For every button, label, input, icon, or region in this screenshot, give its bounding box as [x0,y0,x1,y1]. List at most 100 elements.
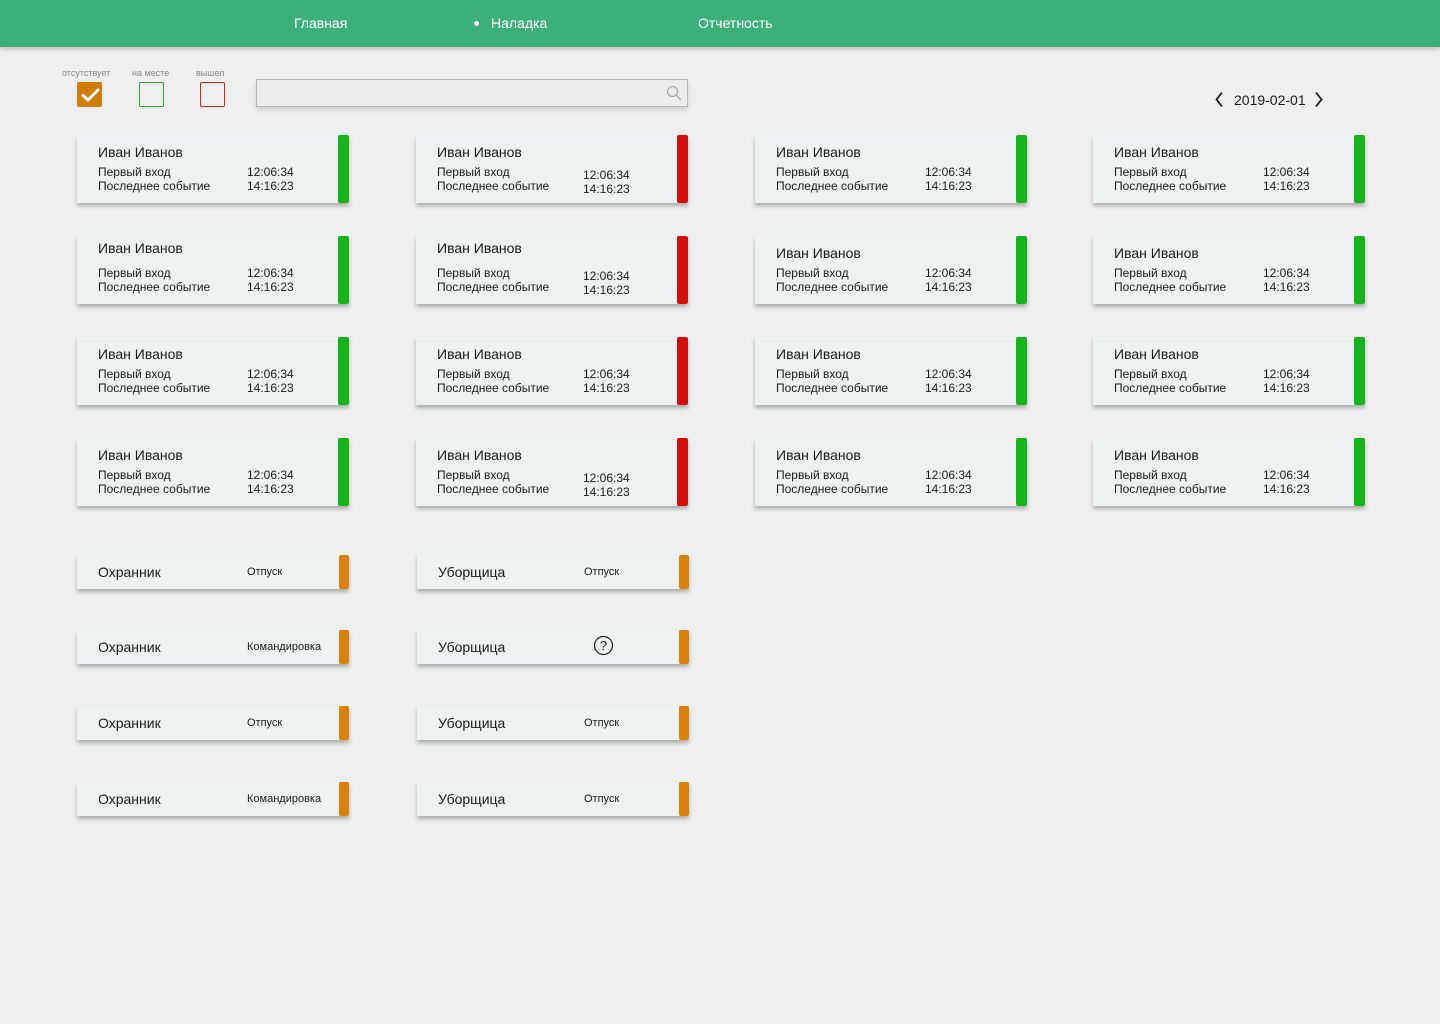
status-indicator-bar [1016,236,1027,304]
employee-name: Иван Иванов [98,144,183,160]
filter-label-absent: отсутствует [62,68,111,78]
status-indicator-bar [1016,337,1027,405]
chevron-left-icon[interactable] [1214,91,1224,108]
position-name: Охранник [98,715,161,731]
filter-checkbox-absent[interactable] [77,82,102,107]
search-input[interactable] [257,80,657,106]
first-entry-label: Первый вход [437,468,510,482]
last-event-label: Последнее событие [1114,482,1227,496]
employee-card[interactable]: Иван Иванов Первый вход Последнее событие 1… [755,438,1027,506]
filter-checkbox-left[interactable] [200,82,225,107]
status-indicator-bar [1354,236,1365,304]
nav-item-reports[interactable]: Отчетность [698,15,773,32]
employee-card[interactable]: Иван Иванов Первый вход Последнее событие 1… [77,438,349,506]
filter-checkbox-present[interactable] [139,82,164,107]
absence-status: Командировка [247,793,322,805]
filter-label-present: на месте [132,68,170,78]
last-event-label: Последнее событие [98,179,211,193]
last-event-time: 14:16:23 [583,381,630,395]
employee-name: Иван Иванов [1114,144,1199,160]
employee-card[interactable]: Иван Иванов Первый вход Последнее событие 1… [755,236,1027,304]
last-event-time: 14:16:23 [1263,280,1310,294]
nav-item-home[interactable]: Главная [294,15,347,32]
employee-card[interactable]: Иван Иванов Первый вход Последнее событие 1… [416,135,688,203]
first-entry-label: Первый вход [1114,165,1187,179]
position-name: Уборщица [438,715,506,731]
last-event-time: 14:16:23 [583,485,630,499]
status-indicator-bar [338,438,349,506]
absence-card[interactable]: Уборщица Отпуск [417,782,689,816]
absence-status: Отпуск [584,717,620,729]
status-indicator-bar [339,555,349,589]
status-indicator-bar [679,706,689,740]
first-entry-label: Первый вход [1114,266,1187,280]
help-icon[interactable]: ? [593,635,614,656]
absence-card[interactable]: Охранник Командировка [77,782,349,816]
first-entry-label: Первый вход [1114,367,1187,381]
status-indicator-bar [1016,438,1027,506]
employee-card[interactable]: Иван Иванов Первый вход Последнее событие 1… [77,337,349,405]
absence-card[interactable]: Уборщица Отпуск [417,706,689,740]
absence-card[interactable]: Уборщица Отпуск [417,555,689,589]
employee-card[interactable]: Иван Иванов Первый вход Последнее событие 1… [755,337,1027,405]
status-indicator-bar [677,337,688,405]
employee-name: Иван Иванов [776,447,861,463]
last-event-time: 14:16:23 [1263,179,1310,193]
last-event-label: Последнее событие [437,381,550,395]
status-indicator-bar [1016,135,1027,203]
absence-card[interactable]: Охранник Отпуск [77,555,349,589]
position-name: Охранник [98,791,161,807]
employee-name: Иван Иванов [776,144,861,160]
employee-card[interactable]: Иван Иванов Первый вход Последнее событие 1… [77,236,349,304]
current-date: 2019-02-01 [1234,92,1306,108]
last-event-time: 14:16:23 [925,280,972,294]
employee-card[interactable]: Иван Иванов Первый вход Последнее событие 1… [416,337,688,405]
employee-card[interactable]: Иван Иванов Первый вход Последнее событие 1… [416,236,688,304]
search-icon[interactable] [666,85,682,101]
first-entry-label: Первый вход [776,468,849,482]
nav-item-label: Отчетность [698,15,773,31]
status-indicator-bar [677,135,688,203]
employee-card[interactable]: Иван Иванов Первый вход Последнее событие 1… [77,135,349,203]
employee-card[interactable]: Иван Иванов Первый вход Последнее событие 1… [1093,438,1365,506]
absence-status: Командировка [247,641,322,653]
search-box [256,79,688,107]
top-navigation-bar: Главная Наладка Отчетность [0,0,1440,47]
svg-text:?: ? [600,638,607,653]
first-entry-label: Первый вход [98,367,171,381]
last-event-label: Последнее событие [776,280,889,294]
last-event-time: 14:16:23 [1263,381,1310,395]
last-event-label: Последнее событие [1114,280,1227,294]
last-event-time: 14:16:23 [1263,482,1310,496]
first-entry-label: Первый вход [437,367,510,381]
employee-card[interactable]: Иван Иванов Первый вход Последнее событие 1… [755,135,1027,203]
position-name: Уборщица [438,791,506,807]
absence-card[interactable]: Охранник Командировка [77,630,349,664]
absence-card[interactable]: Уборщица? [417,630,689,664]
last-event-time: 14:16:23 [583,283,630,297]
absence-card[interactable]: Охранник Отпуск [77,706,349,740]
last-event-time: 14:16:23 [247,482,294,496]
chevron-right-icon[interactable] [1314,91,1324,108]
status-indicator-bar [677,438,688,506]
employee-card[interactable]: Иван Иванов Первый вход Последнее событие 1… [416,438,688,506]
employee-card[interactable]: Иван Иванов Первый вход Последнее событие 1… [1093,236,1365,304]
last-event-label: Последнее событие [98,381,211,395]
status-indicator-bar [679,630,689,664]
last-event-time: 14:16:23 [247,381,294,395]
last-event-time: 14:16:23 [247,280,294,294]
position-name: Уборщица [438,639,506,655]
employee-card[interactable]: Иван Иванов Первый вход Последнее событие 1… [1093,337,1365,405]
filter-label-left: вышел [196,68,225,78]
status-indicator-bar [338,337,349,405]
first-entry-time: 12:06:34 [583,269,630,283]
last-event-label: Последнее событие [437,280,550,294]
first-entry-time: 12:06:34 [247,468,294,482]
employee-name: Иван Иванов [776,346,861,362]
first-entry-time: 12:06:34 [247,266,294,280]
first-entry-label: Первый вход [437,165,510,179]
first-entry-time: 12:06:34 [247,367,294,381]
employee-name: Иван Иванов [776,245,861,261]
nav-item-setup[interactable]: Наладка [474,15,547,32]
employee-card[interactable]: Иван Иванов Первый вход Последнее событие 1… [1093,135,1365,203]
